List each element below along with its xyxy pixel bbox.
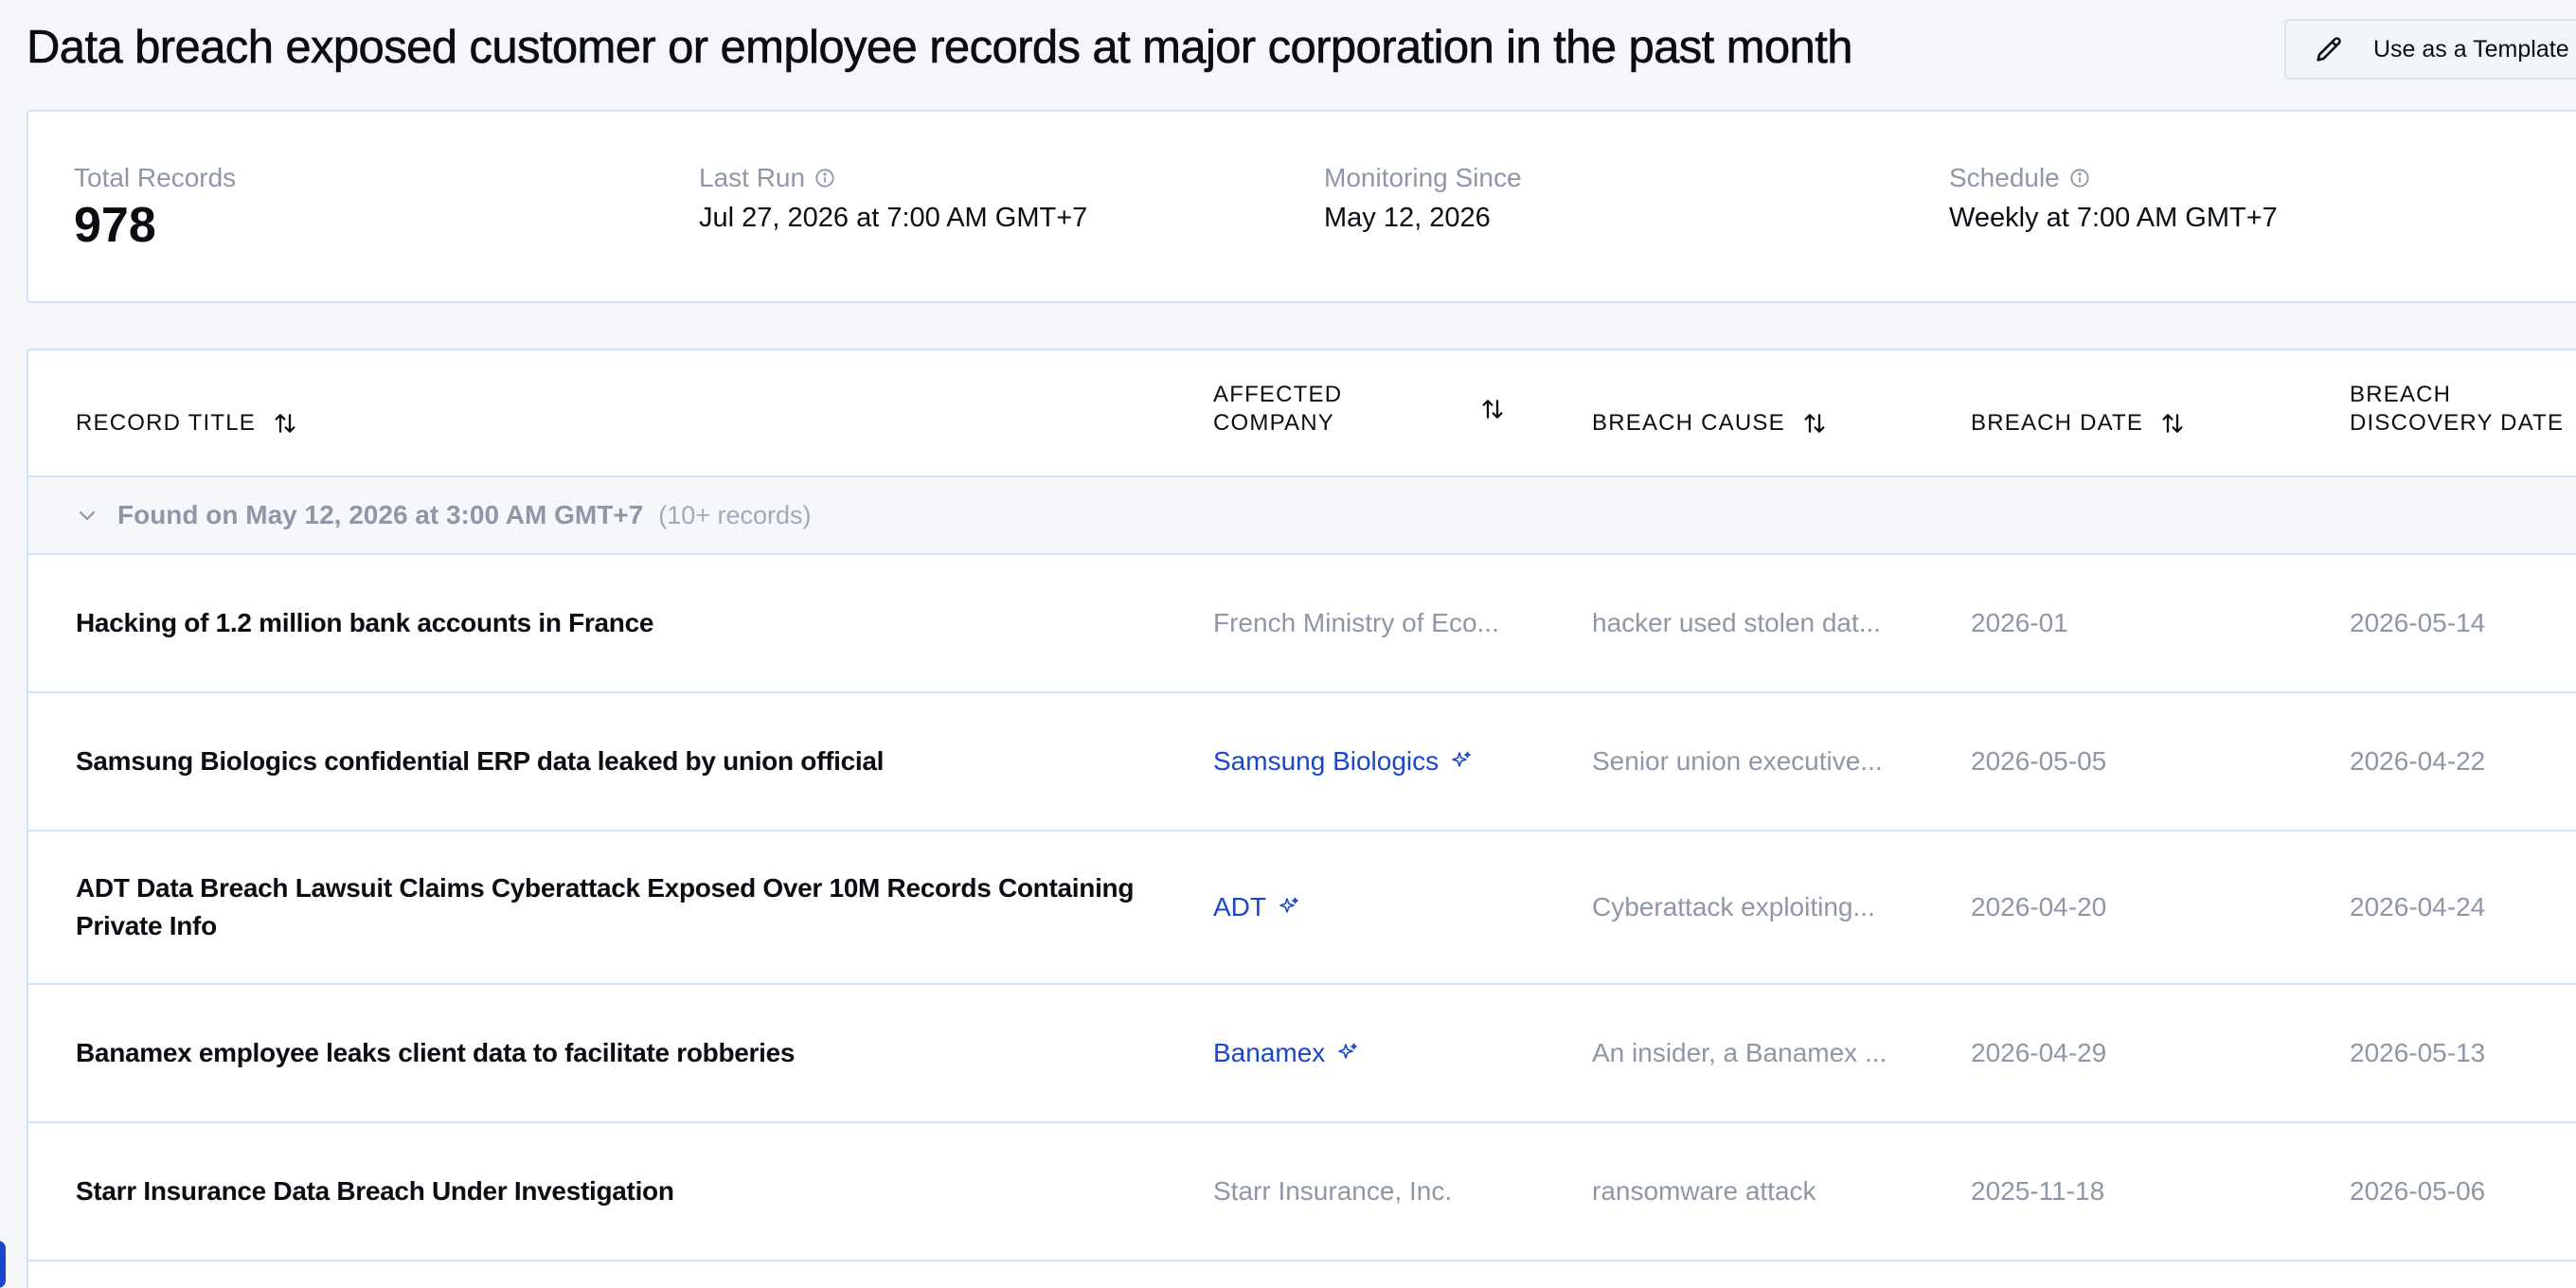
stat-schedule-label-wrap: Schedule xyxy=(1949,163,2278,193)
use-as-template-label: Use as a Template xyxy=(2373,35,2569,63)
stat-schedule-label: Schedule xyxy=(1949,163,2060,192)
page-title: Data breach exposed customer or employee… xyxy=(27,22,1853,74)
chevron-down-icon[interactable] xyxy=(76,504,98,527)
record-title[interactable]: Samsung Biologics confidential ERP data … xyxy=(76,693,1165,830)
stat-schedule: Schedule Weekly at 7:00 AM GMT+7 xyxy=(1949,163,2278,234)
breach-cause: ransomware attack xyxy=(1592,1176,1816,1206)
stat-schedule-value: Weekly at 7:00 AM GMT+7 xyxy=(1949,203,2278,233)
column-breach-date[interactable]: BREACH DATE xyxy=(1971,409,2187,438)
column-breach-discovery-line2: DISCOVERY DATE xyxy=(2350,410,2565,436)
affected-company-link[interactable]: Samsung Biologics xyxy=(1213,693,1473,830)
group-row[interactable]: Found on May 12, 2026 at 3:00 AM GMT+7 (… xyxy=(28,477,2576,555)
table-row[interactable]: Banamex employee leaks client data to fa… xyxy=(28,985,2576,1123)
column-breach-cause[interactable]: BREACH CAUSE xyxy=(1592,409,1829,438)
column-affected-company-label: AFFECTED COMPANY xyxy=(1213,381,1342,438)
column-affected-company-line1: AFFECTED xyxy=(1213,382,1343,407)
breach-cause: hacker used stolen dat... xyxy=(1592,608,1882,637)
affected-company: French Ministry of Eco... xyxy=(1213,608,1499,637)
table-row[interactable]: Samsung Biologics confidential ERP data … xyxy=(28,693,2576,832)
breach-discovery-date: 2026-04-22 xyxy=(2350,746,2486,776)
column-breach-cause-label: BREACH CAUSE xyxy=(1592,410,1785,436)
records-table: RECORD TITLE AFFECTED COMPANY BREACH CAUS… xyxy=(27,349,2576,1288)
sort-icon[interactable] xyxy=(1800,409,1829,438)
column-affected-company-line2: COMPANY xyxy=(1213,410,1334,436)
affected-company-label: Samsung Biologics xyxy=(1213,746,1440,776)
breach-cause: An insider, a Banamex ... xyxy=(1592,1038,1887,1067)
affected-company-link[interactable]: Banamex xyxy=(1213,985,1359,1121)
record-title[interactable]: ADT Data Breach Lawsuit Claims Cyberatta… xyxy=(76,832,1165,983)
stat-last-run: Last Run Jul 27, 2026 at 7:00 AM GMT+7 xyxy=(699,163,1087,234)
info-icon[interactable] xyxy=(2069,168,2090,188)
table-header: RECORD TITLE AFFECTED COMPANY BREACH CAUS… xyxy=(28,350,2576,477)
stats-card: Total Records 978 Last Run Jul 27, 2026 … xyxy=(27,110,2576,303)
table-row[interactable]: Starr Insurance Data Breach Under Invest… xyxy=(28,1123,2576,1261)
column-breach-discovery-date-label: BREACH DISCOVERY DATE xyxy=(2350,381,2564,438)
affected-company-label: Banamex xyxy=(1213,1038,1326,1067)
stat-last-run-label: Last Run xyxy=(699,163,806,192)
breach-date: 2026-05-05 xyxy=(1971,746,2107,776)
breach-date: 2025-11-18 xyxy=(1971,1176,2105,1206)
record-title[interactable]: Hacking of 1.2 million bank accounts in … xyxy=(76,555,1165,691)
stat-total-records-value: 978 xyxy=(74,198,156,253)
table-row[interactable]: Hacking of 1.2 million bank accounts in … xyxy=(28,555,2576,693)
record-title[interactable]: Banamex employee leaks client data to fa… xyxy=(76,985,1165,1121)
sparkle-icon xyxy=(1338,1043,1358,1059)
stat-total-records: Total Records 978 xyxy=(74,163,236,254)
group-label: Found on May 12, 2026 at 3:00 AM GMT+7 xyxy=(117,500,644,529)
affected-company-link[interactable]: ADT xyxy=(1213,832,1300,983)
breach-cause: Cyberattack exploiting... xyxy=(1592,892,1875,921)
column-breach-date-label: BREACH DATE xyxy=(1971,410,2144,436)
use-as-template-button[interactable]: Use as a Template xyxy=(2284,19,2576,80)
stat-last-run-label-wrap: Last Run xyxy=(699,163,1087,193)
breach-discovery-date: 2026-05-13 xyxy=(2350,1038,2486,1067)
affected-company-label: ADT xyxy=(1213,892,1266,921)
breach-discovery-date: 2026-05-14 xyxy=(2350,608,2486,637)
breach-date: 2026-04-20 xyxy=(1971,892,2107,921)
info-icon[interactable] xyxy=(814,168,835,188)
breach-discovery-date: 2026-05-06 xyxy=(2350,1176,2486,1206)
sparkle-icon xyxy=(1452,751,1471,767)
app-root: Data breach exposed customer or employee… xyxy=(0,0,2576,1288)
column-breach-discovery-line1: BREACH xyxy=(2350,382,2452,407)
stat-monitoring-since: Monitoring Since May 12, 2026 xyxy=(1324,163,1522,234)
breach-date: 2026-04-29 xyxy=(1971,1038,2107,1067)
column-breach-discovery-date[interactable]: BREACH DISCOVERY DATE xyxy=(2350,381,2564,438)
sparkle-icon xyxy=(1279,897,1298,913)
breach-cause: Senior union executive... xyxy=(1592,746,1883,776)
table-row[interactable]: ADT Data Breach Lawsuit Claims Cyberatta… xyxy=(28,832,2576,985)
stat-total-records-label: Total Records xyxy=(74,163,237,192)
stat-monitoring-since-label: Monitoring Since xyxy=(1324,163,1522,192)
column-affected-company[interactable]: AFFECTED COMPANY xyxy=(1213,381,1507,438)
group-count: (10+ records) xyxy=(658,500,812,529)
pencil-icon xyxy=(2317,37,2341,62)
sort-icon[interactable] xyxy=(1478,395,1507,423)
sort-icon[interactable] xyxy=(271,409,299,438)
floating-action-edge[interactable] xyxy=(0,1241,6,1288)
record-title[interactable]: Starr Insurance Data Breach Under Invest… xyxy=(76,1123,1165,1260)
affected-company: Starr Insurance, Inc. xyxy=(1213,1176,1453,1206)
column-record-title-label: RECORD TITLE xyxy=(76,410,256,436)
column-record-title[interactable]: RECORD TITLE xyxy=(76,409,299,438)
breach-discovery-date: 2026-04-24 xyxy=(2350,892,2486,921)
stat-last-run-value: Jul 27, 2026 at 7:00 AM GMT+7 xyxy=(699,203,1088,233)
stat-monitoring-since-value: May 12, 2026 xyxy=(1324,203,1491,233)
sort-icon[interactable] xyxy=(2158,409,2187,438)
breach-date: 2026-01 xyxy=(1971,608,2068,637)
